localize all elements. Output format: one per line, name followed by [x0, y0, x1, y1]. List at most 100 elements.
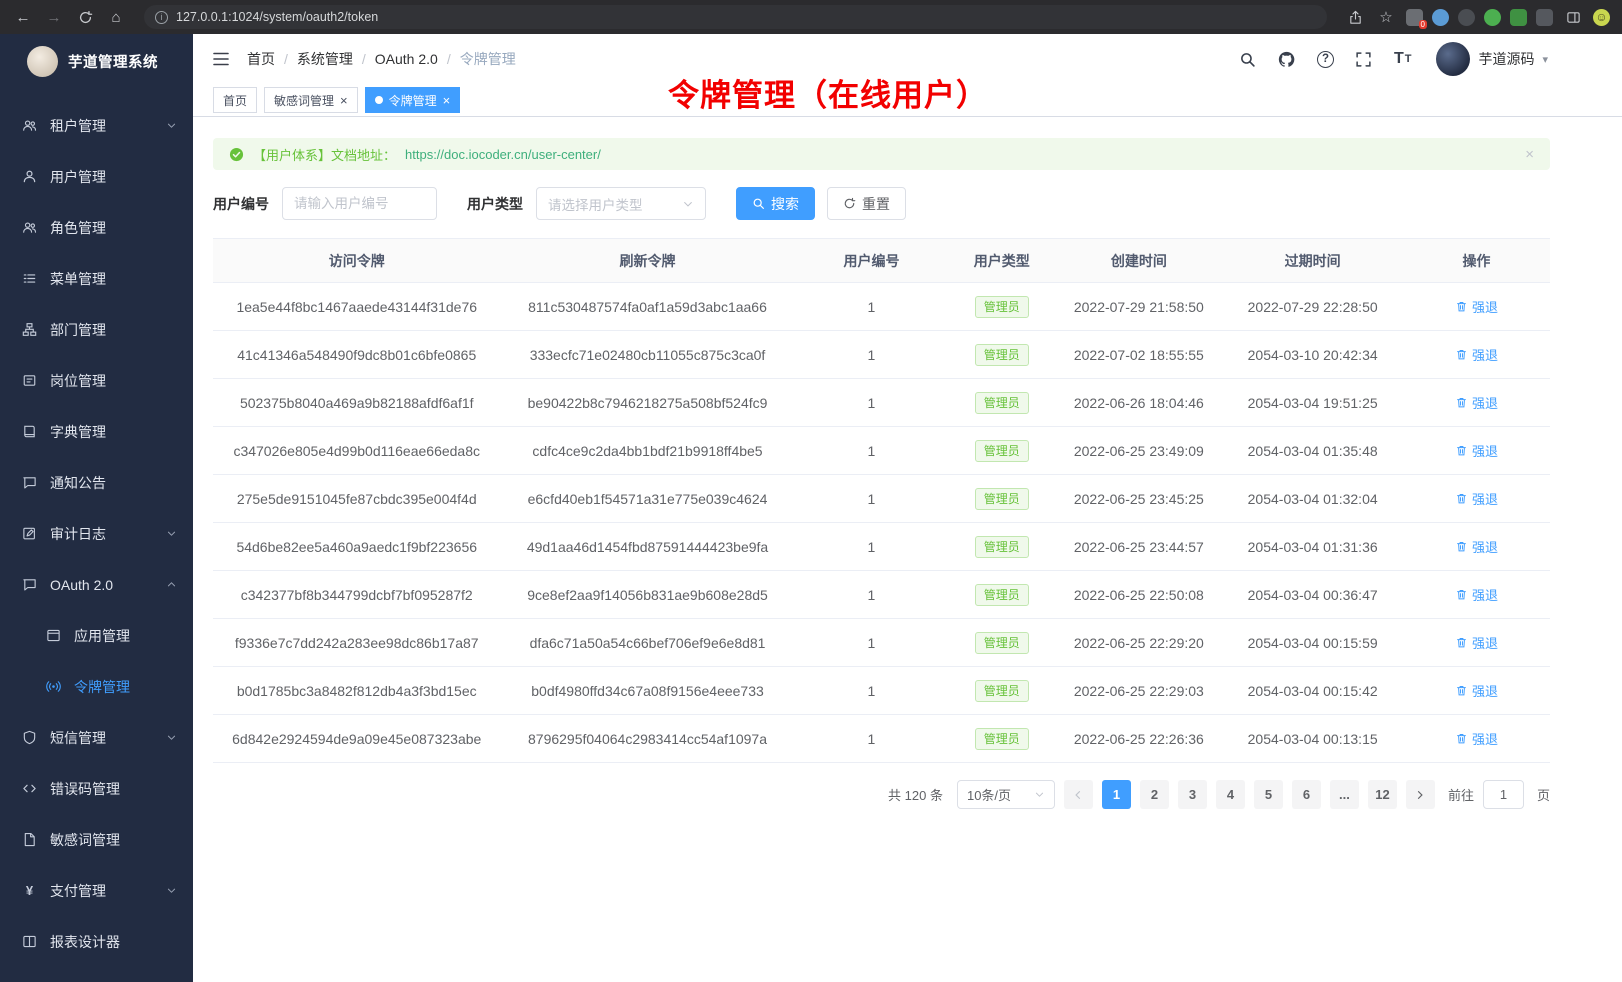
force-logout-label: 强退 [1472, 297, 1498, 316]
search-icon[interactable] [1239, 50, 1257, 68]
doc-link[interactable]: https://doc.iocoder.cn/user-center/ [405, 147, 601, 162]
force-logout-button[interactable]: 强退 [1455, 297, 1498, 316]
reset-button[interactable]: 重置 [827, 187, 906, 220]
fullscreen-icon[interactable] [1355, 50, 1373, 68]
bookmark-star-icon[interactable]: ☆ [1375, 6, 1397, 28]
user-id-cell: 1 [795, 523, 949, 571]
sidebar-item-post[interactable]: 岗位管理 [0, 355, 193, 406]
breadcrumb-item-current: 令牌管理 [460, 49, 516, 69]
force-logout-button[interactable]: 强退 [1455, 585, 1498, 604]
force-logout-button[interactable]: 强退 [1455, 681, 1498, 700]
sidebar-item-oauth2[interactable]: OAuth 2.0 [0, 559, 193, 610]
force-logout-button[interactable]: 强退 [1455, 393, 1498, 412]
action-cell: 强退 [1403, 283, 1550, 331]
user-type-cell: 管理员 [948, 283, 1055, 331]
force-logout-label: 强退 [1472, 633, 1498, 652]
sidebar-item-tenant[interactable]: 租户管理 [0, 100, 193, 151]
tab-label: 首页 [223, 92, 247, 109]
user-type-badge: 管理员 [975, 680, 1029, 702]
address-bar[interactable]: i 127.0.0.1:1024/system/oauth2/token [144, 5, 1327, 29]
next-page-button[interactable] [1406, 780, 1435, 809]
goto-page-input[interactable] [1483, 780, 1524, 809]
page-button-12[interactable]: 12 [1368, 780, 1397, 809]
prev-page-button[interactable] [1064, 780, 1093, 809]
sidebar-item-sensitive-word[interactable]: 敏感词管理 [0, 814, 193, 865]
sidebar-item-audit-log[interactable]: 审计日志 [0, 508, 193, 559]
user-avatar[interactable] [1436, 42, 1470, 76]
share-arrow-icon [1348, 10, 1363, 25]
sidebar-item-report[interactable]: 报表设计器 [0, 916, 193, 967]
tab-home[interactable]: 首页 [213, 87, 257, 113]
tab-close-icon[interactable]: × [340, 94, 348, 107]
page-size-select[interactable]: 10条/页 [957, 780, 1055, 809]
sidebar-item-pay[interactable]: ¥支付管理 [0, 865, 193, 916]
force-logout-button[interactable]: 强退 [1455, 729, 1498, 748]
force-logout-button[interactable]: 强退 [1455, 537, 1498, 556]
sidebar-item-label: 支付管理 [50, 881, 106, 901]
site-info-icon[interactable]: i [155, 11, 168, 24]
tab-close-icon[interactable]: × [443, 94, 451, 107]
help-icon[interactable]: ? [1317, 51, 1334, 68]
sidebar-item-error-code[interactable]: 错误码管理 [0, 763, 193, 814]
force-logout-button[interactable]: 强退 [1455, 633, 1498, 652]
sidebar-item-label: 部门管理 [50, 320, 106, 340]
breadcrumb-item-oauth2[interactable]: OAuth 2.0 [375, 51, 438, 67]
split-view-icon[interactable] [1562, 6, 1584, 28]
github-icon[interactable] [1278, 50, 1296, 68]
page-button-4[interactable]: 4 [1216, 780, 1245, 809]
tab-token[interactable]: 令牌管理 × [365, 87, 461, 113]
page-button-1[interactable]: 1 [1102, 780, 1131, 809]
extension-icon-dark[interactable] [1458, 9, 1475, 26]
book-icon [22, 424, 37, 439]
extension-icon-green[interactable] [1484, 9, 1501, 26]
refresh-token-cell: 49d1aa46d1454fbd87591444423be9fa [500, 523, 794, 571]
page-button-2[interactable]: 2 [1140, 780, 1169, 809]
breadcrumb-item-system[interactable]: 系统管理 [297, 49, 353, 69]
chevron-left-icon [1072, 789, 1084, 801]
reload-button[interactable] [74, 6, 96, 28]
extension-puzzle-icon[interactable] [1510, 9, 1527, 26]
sidebar-item-dict[interactable]: 字典管理 [0, 406, 193, 457]
font-size-icon[interactable]: TT [1394, 50, 1412, 68]
sidebar-item-dept[interactable]: 部门管理 [0, 304, 193, 355]
app-logo[interactable]: 芋道管理系统 [0, 34, 193, 88]
extension-icon-badged[interactable]: 0 [1406, 9, 1423, 26]
share-icon[interactable] [1344, 6, 1366, 28]
browser-profile-avatar[interactable]: ☺ [1593, 9, 1610, 26]
home-button[interactable]: ⌂ [105, 6, 127, 28]
sidebar-item-menu[interactable]: 菜单管理 [0, 253, 193, 304]
page-button-3[interactable]: 3 [1178, 780, 1207, 809]
force-logout-button[interactable]: 强退 [1455, 441, 1498, 460]
sidebar-item-sms[interactable]: 短信管理 [0, 712, 193, 763]
badge-icon [22, 373, 37, 388]
extension-icon-blue[interactable] [1432, 9, 1449, 26]
sidebar-item-role[interactable]: 角色管理 [0, 202, 193, 253]
page-button-5[interactable]: 5 [1254, 780, 1283, 809]
sidebar-item-notice[interactable]: 通知公告 [0, 457, 193, 508]
collapse-menu-icon[interactable] [211, 49, 231, 69]
success-check-icon [229, 147, 244, 162]
tab-sensitive-word[interactable]: 敏感词管理 × [264, 87, 358, 113]
trash-icon [1455, 444, 1468, 457]
force-logout-button[interactable]: 强退 [1455, 345, 1498, 364]
user-type-select[interactable]: 请选择用户类型 [536, 187, 706, 220]
page-ellipsis[interactable]: ... [1330, 780, 1359, 809]
alert-close-icon[interactable]: × [1525, 146, 1534, 163]
extension-icon-gray[interactable] [1536, 9, 1553, 26]
user-menu[interactable]: 芋道源码 ▾ [1436, 42, 1548, 76]
sidebar-item-user[interactable]: 用户管理 [0, 151, 193, 202]
action-cell: 强退 [1403, 571, 1550, 619]
page-button-6[interactable]: 6 [1292, 780, 1321, 809]
sidebar-item-app[interactable]: 应用管理 [0, 610, 193, 661]
chat-icon [22, 475, 37, 490]
force-logout-button[interactable]: 强退 [1455, 489, 1498, 508]
search-button[interactable]: 搜索 [736, 187, 815, 220]
breadcrumb-item-home[interactable]: 首页 [247, 49, 275, 69]
back-button[interactable]: ← [12, 6, 34, 28]
search-form: 用户编号 用户类型 请选择用户类型 搜索 重置 [213, 187, 1550, 220]
user-id-input[interactable] [282, 187, 437, 220]
forward-button[interactable]: → [43, 6, 65, 28]
user-type-placeholder: 请选择用户类型 [548, 194, 643, 214]
sidebar-item-token[interactable]: 令牌管理 [0, 661, 193, 712]
expire-time-cell: 2054-03-04 00:15:59 [1222, 619, 1402, 667]
